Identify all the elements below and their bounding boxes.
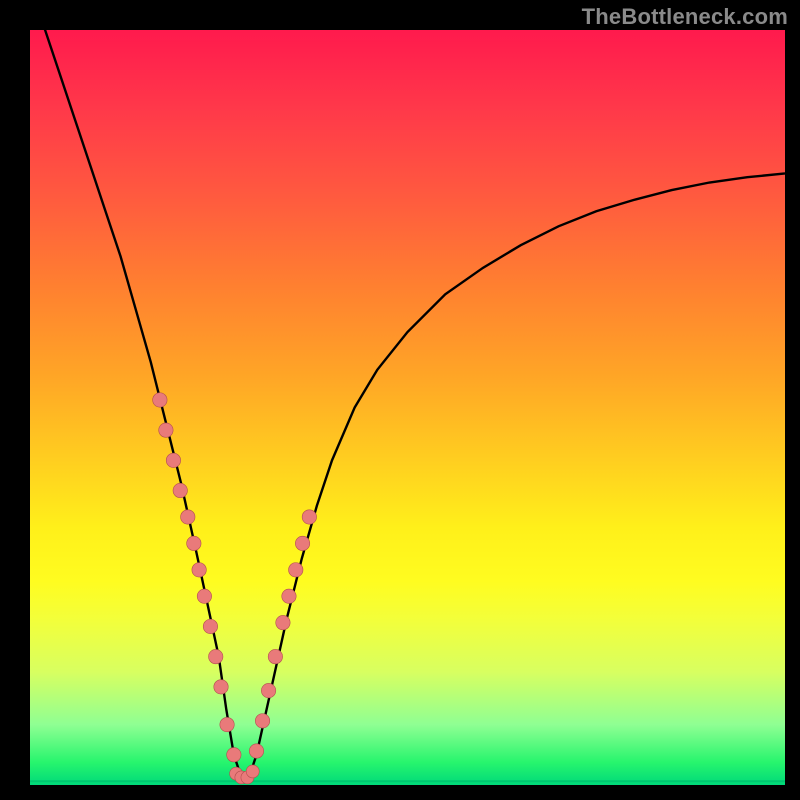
data-marker — [220, 717, 234, 731]
data-marker — [268, 649, 282, 663]
chart-frame: TheBottleneck.com — [0, 0, 800, 800]
data-marker — [261, 683, 275, 697]
data-marker — [197, 589, 211, 603]
data-marker — [227, 748, 241, 762]
data-marker — [209, 649, 223, 663]
data-markers — [153, 393, 317, 784]
data-marker — [214, 680, 228, 694]
data-marker — [282, 589, 296, 603]
data-marker — [192, 563, 206, 577]
data-marker — [173, 483, 187, 497]
data-marker — [203, 619, 217, 633]
data-marker — [187, 536, 201, 550]
chart-overlay — [30, 30, 785, 785]
data-marker — [289, 563, 303, 577]
data-marker — [295, 536, 309, 550]
data-marker — [159, 423, 173, 437]
data-marker — [166, 453, 180, 467]
data-marker — [302, 510, 316, 524]
data-marker — [276, 615, 290, 629]
data-marker — [246, 765, 259, 778]
data-marker — [255, 714, 269, 728]
attribution-label: TheBottleneck.com — [582, 4, 788, 30]
bottleneck-curve — [30, 0, 785, 777]
data-marker — [181, 510, 195, 524]
data-marker — [249, 744, 263, 758]
data-marker — [153, 393, 167, 407]
